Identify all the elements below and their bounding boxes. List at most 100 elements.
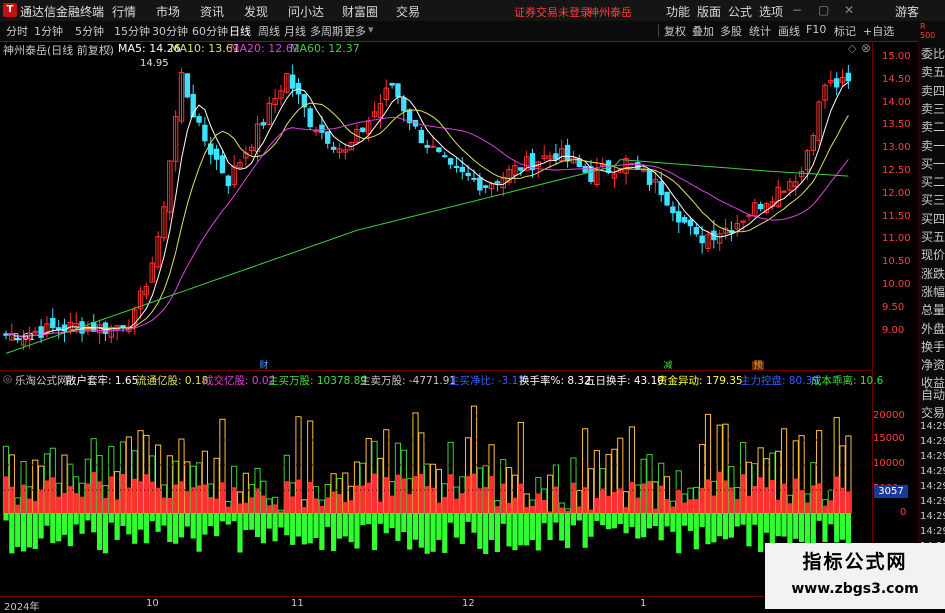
tab-more[interactable]: 更多 — [344, 23, 366, 39]
candle-body — [202, 124, 208, 142]
tab-60min[interactable]: 60分钟 — [192, 23, 228, 39]
side-panel-item[interactable]: 涨幅 — [921, 283, 945, 301]
candle-body — [260, 122, 267, 126]
tab-30min[interactable]: 30分钟 — [152, 23, 188, 39]
volume-current-badge: 3057 — [874, 485, 908, 498]
menu-formula[interactable]: 公式 — [728, 3, 752, 20]
volume-green-bar — [342, 513, 348, 537]
volume-green-bar — [395, 513, 401, 541]
menu-options[interactable]: 选项 — [759, 3, 783, 20]
side-panel-item[interactable]: 委比 — [921, 45, 945, 63]
kline-chart[interactable] — [0, 41, 918, 609]
side-panel-item[interactable]: 买三 — [921, 191, 945, 209]
volume-green-bar — [407, 513, 413, 550]
tab-5min[interactable]: 5分钟 — [75, 23, 104, 39]
volume-green-bar — [360, 513, 366, 525]
menu-ask[interactable]: 问小达 — [288, 3, 324, 20]
side-panel-item[interactable]: 现价 — [921, 246, 945, 264]
minimize-icon[interactable]: − — [792, 3, 802, 17]
multi-stock-button[interactable]: 多股 — [720, 23, 742, 39]
menu-wealth[interactable]: 财富圈 — [342, 3, 378, 20]
side-panel-item[interactable]: 卖三 — [921, 100, 945, 118]
menu-function[interactable]: 功能 — [666, 3, 690, 20]
volume-red-bar — [664, 498, 670, 513]
trade-time-label: 14:29 — [920, 421, 945, 432]
menu-trade[interactable]: 交易 — [396, 3, 420, 20]
volume-green-bar — [693, 513, 699, 550]
f10-button[interactable]: F10 — [806, 23, 826, 36]
volume-green-bar — [401, 513, 407, 533]
menu-news[interactable]: 资讯 — [200, 3, 224, 20]
more-dropdown-icon[interactable]: ▾ — [368, 23, 374, 36]
volume-green-bar — [506, 513, 512, 547]
candle-body — [646, 169, 653, 185]
volume-red-bar — [178, 481, 185, 513]
volume-red-bar — [535, 493, 541, 513]
side-panel-item[interactable]: 外盘 — [921, 320, 945, 338]
volume-red-bar — [547, 511, 553, 513]
tab-multi-period[interactable]: 多周期 — [310, 23, 343, 39]
login-notice[interactable]: 证券交易未登录 — [514, 4, 591, 20]
volume-red-bar — [85, 483, 91, 513]
volume-green-bar — [453, 513, 460, 538]
menu-layout[interactable]: 版面 — [697, 3, 721, 20]
side-panel-item[interactable]: 换手 — [921, 338, 945, 356]
volume-green-bar — [371, 513, 378, 551]
volume-red-bar — [231, 487, 237, 513]
side-panel-item[interactable]: 总量 — [921, 301, 945, 319]
tab-15min[interactable]: 15分钟 — [114, 23, 150, 39]
fq-button[interactable]: 复权 — [664, 23, 686, 39]
candle-body — [213, 148, 220, 160]
volume-green-bar — [178, 513, 185, 538]
candle-body — [401, 97, 407, 112]
add-watchlist-button[interactable]: +自选 — [863, 23, 894, 39]
overlay-button[interactable]: 叠加 — [692, 23, 714, 39]
indicator-item: 主力控盘: 80.39 — [740, 375, 819, 387]
indicator-item: 成本乖离: 10.6 — [811, 375, 884, 387]
indicator-name[interactable]: 乐淘公式网 — [15, 373, 68, 388]
tab-monthly[interactable]: 月线 — [284, 23, 306, 39]
volume-red-bar — [73, 493, 79, 513]
volume-green-bar — [243, 513, 249, 531]
side-panel-item[interactable]: 买一 — [921, 155, 945, 173]
close-icon[interactable]: ✕ — [844, 3, 854, 17]
toolbar-divider — [658, 24, 659, 37]
volume-green-bar — [635, 513, 641, 539]
guest-label[interactable]: 游客 — [895, 3, 919, 20]
volume-green-bar — [208, 513, 214, 527]
stats-button[interactable]: 统计 — [749, 23, 771, 39]
side-panel-item[interactable]: 净资 — [921, 356, 945, 374]
side-panel-item[interactable]: 买二 — [921, 173, 945, 191]
date-axis — [0, 596, 873, 610]
volume-green-bar — [383, 513, 389, 534]
tab-1min[interactable]: 1分钟 — [34, 23, 63, 39]
volume-green-bar — [202, 513, 208, 535]
side-panel-item[interactable]: 交易 — [921, 404, 945, 422]
indicator-settings-icon[interactable]: ◎ — [3, 373, 12, 385]
volume-red-bar — [143, 474, 149, 513]
side-panel-item[interactable]: 自动 — [921, 386, 945, 404]
menu-market[interactable]: 市场 — [156, 3, 180, 20]
volume-green-bar — [161, 513, 167, 526]
mark-button[interactable]: 标记 — [834, 23, 856, 39]
side-panel-item[interactable]: 卖四 — [921, 82, 945, 100]
side-panel-item[interactable]: 卖一 — [921, 137, 945, 155]
volume-red-bar — [676, 489, 682, 513]
side-panel-item[interactable]: 买四 — [921, 210, 945, 228]
side-panel-item[interactable]: 涨跌 — [921, 265, 945, 283]
volume-green-bar — [781, 513, 787, 537]
side-panel-item[interactable]: 买五 — [921, 228, 945, 246]
tab-weekly[interactable]: 周线 — [258, 23, 280, 39]
side-panel-item[interactable]: 卖五 — [921, 63, 945, 81]
side-panel-item[interactable]: 卖二 — [921, 118, 945, 136]
tab-timeshare[interactable]: 分时 — [6, 23, 28, 39]
volume-green-bar — [3, 513, 9, 521]
menu-quotes[interactable]: 行情 — [112, 3, 136, 20]
menu-discover[interactable]: 发现 — [244, 3, 268, 20]
draw-line-button[interactable]: 画线 — [778, 23, 800, 39]
volume-green-bar — [348, 513, 354, 543]
maximize-icon[interactable]: ▢ — [818, 3, 829, 17]
volume-green-bar — [219, 513, 226, 522]
volume-green-bar — [67, 513, 73, 547]
tab-daily[interactable]: 日线 — [229, 23, 251, 39]
